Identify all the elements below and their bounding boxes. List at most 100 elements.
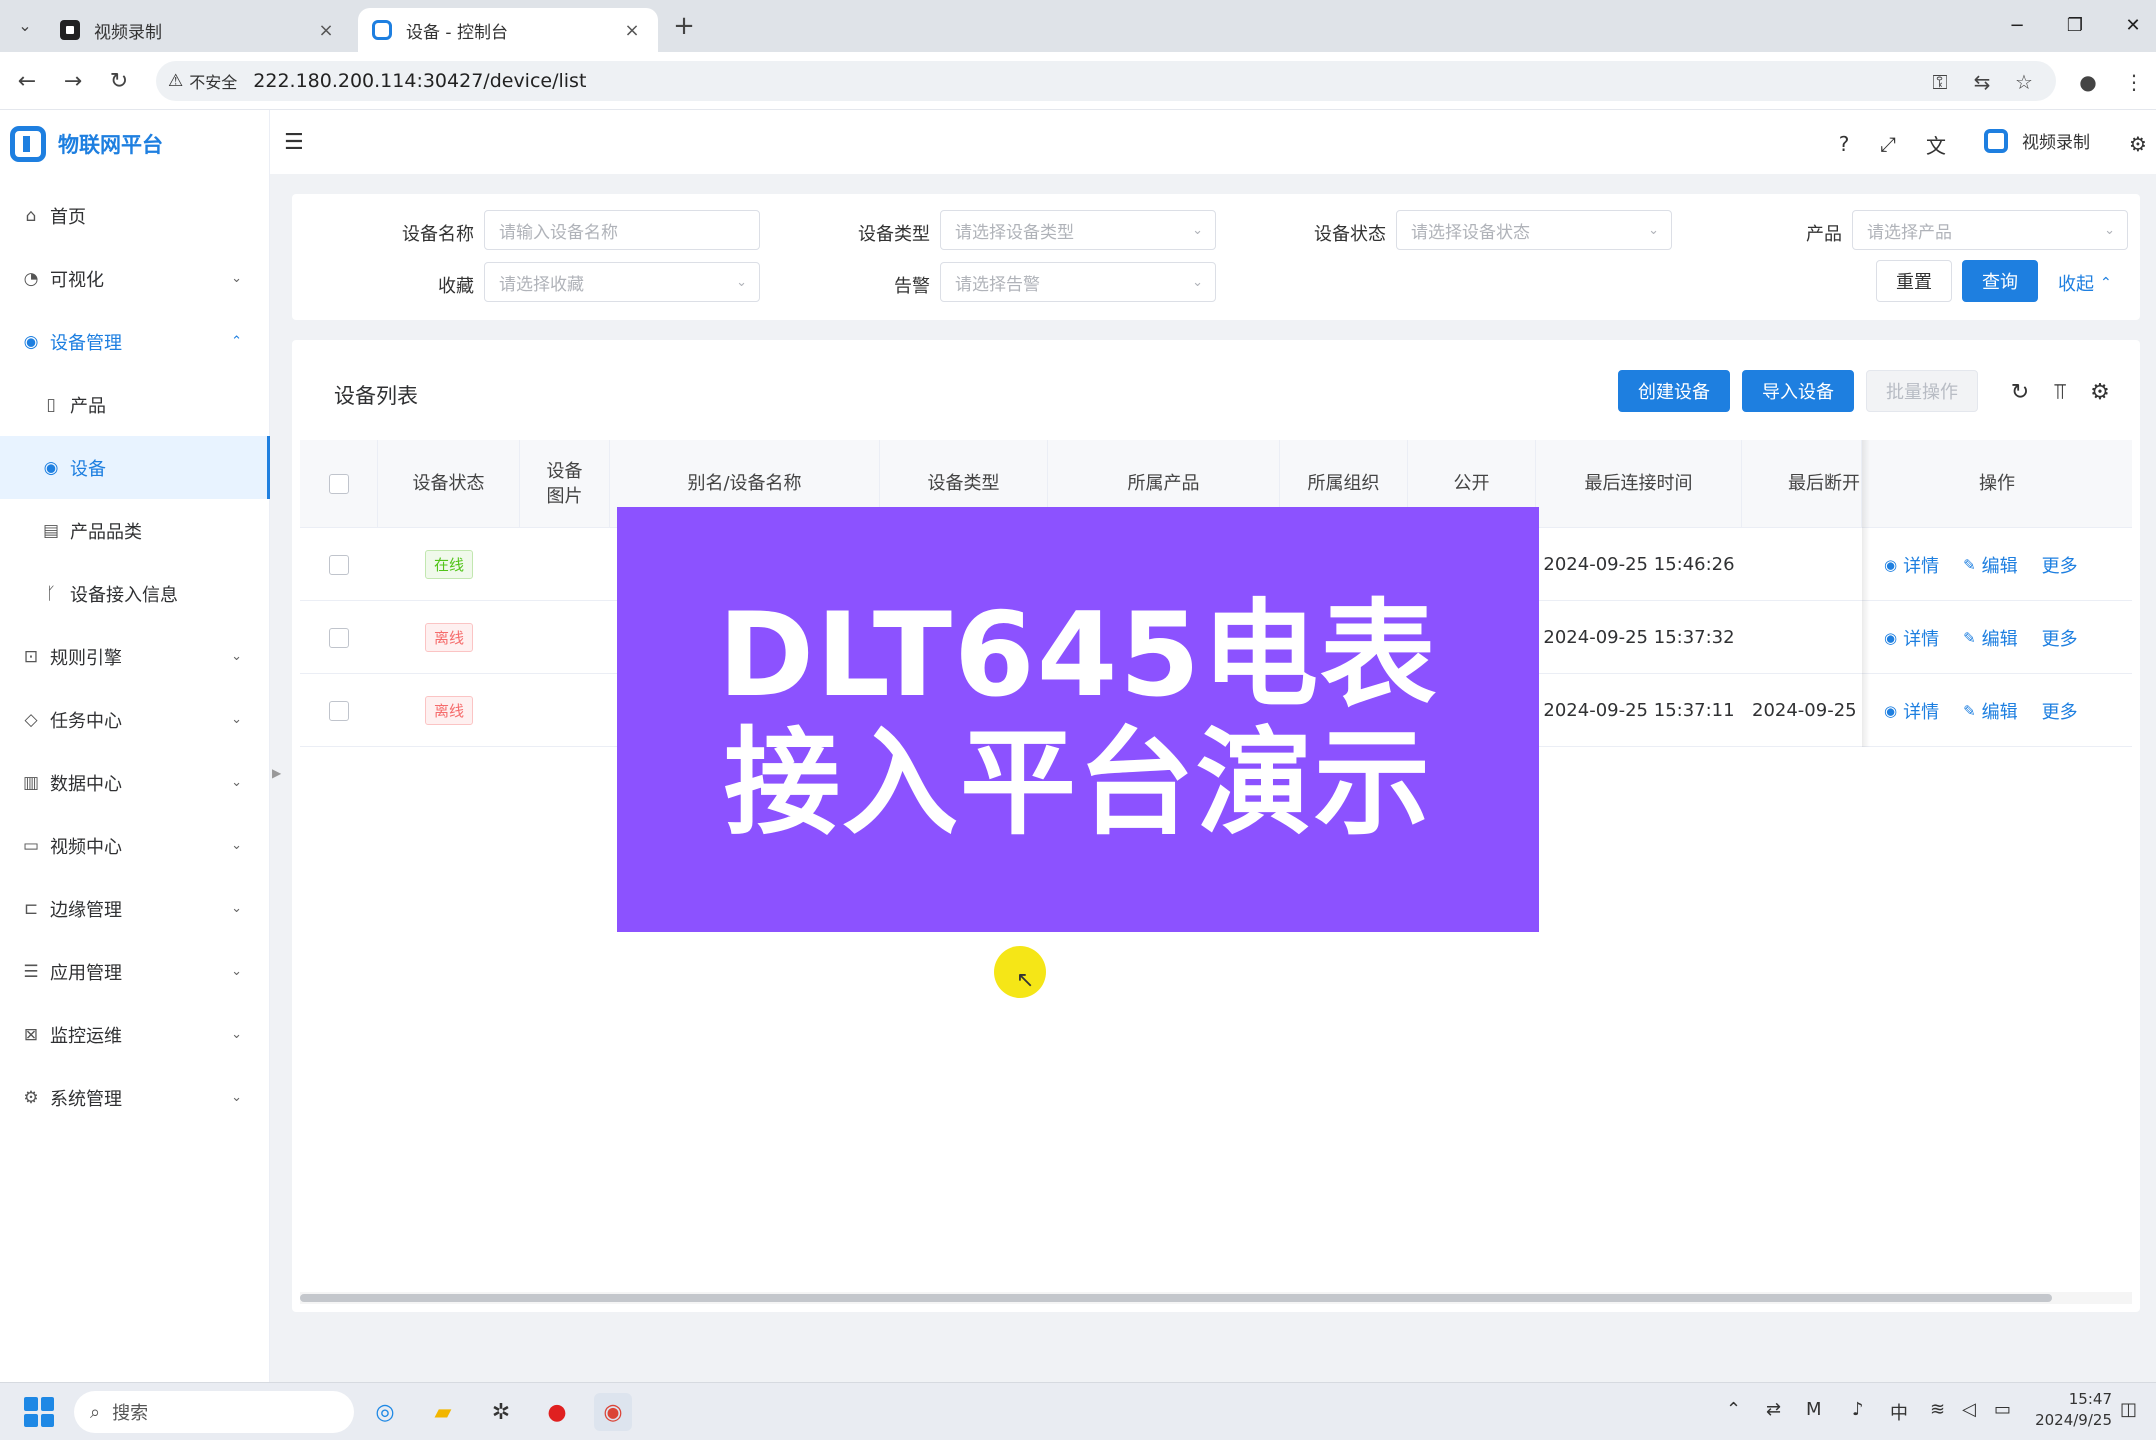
address-bar[interactable]: ⚠ 不安全 222.180.200.114:30427/device/list	[156, 61, 2056, 101]
rule-icon: ⊡	[23, 646, 39, 667]
new-tab-button[interactable]: +	[668, 10, 700, 42]
ime-indicator[interactable]: 中	[1890, 1399, 1908, 1425]
sidebar-item-home[interactable]: ⌂ 首页	[0, 184, 270, 247]
wifi-icon[interactable]: ≋	[1930, 1399, 1945, 1420]
edit-link[interactable]: ✎ 编辑	[1963, 698, 2018, 724]
sidebar-item-visualization[interactable]: ◔ 可视化 ⌄	[0, 247, 270, 310]
batch-operation-button[interactable]: 批量操作	[1866, 370, 1978, 412]
key-icon[interactable]: ⚿	[1926, 68, 1954, 96]
user-menu[interactable]: 视频录制	[1984, 128, 2090, 153]
row-checkbox[interactable]	[329, 554, 349, 575]
chevron-down-icon: ⌄	[231, 271, 242, 286]
alarm-select[interactable]: 请选择告警 ⌄	[940, 262, 1216, 302]
favorite-select[interactable]: 请选择收藏 ⌄	[484, 262, 760, 302]
sidebar-item-product[interactable]: ▯ 产品	[0, 373, 270, 436]
more-icon[interactable]: ⋮	[2120, 68, 2148, 96]
url-text[interactable]: 222.180.200.114:30427/device/list	[253, 70, 586, 92]
sidebar-item-rule-engine[interactable]: ⊡ 规则引擎 ⌄	[0, 625, 270, 688]
header-select-all[interactable]	[300, 440, 378, 528]
sidebar-item-device-access-info[interactable]: ᚴ 设备接入信息	[0, 562, 270, 625]
product-select[interactable]: 请选择产品 ⌄	[1852, 210, 2128, 250]
taskbar-search[interactable]: ⌕ 搜索	[74, 1391, 354, 1433]
select-all-checkbox[interactable]	[328, 474, 349, 494]
sidebar-item-device-management[interactable]: ◉ 设备管理 ⌃	[0, 310, 270, 373]
restore-button[interactable]: ❐	[2050, 8, 2100, 42]
more-link[interactable]: 更多	[2042, 698, 2078, 724]
sidebar-item-device[interactable]: ◉ 设备	[0, 436, 270, 499]
app-tray-icon[interactable]: M	[1806, 1399, 1822, 1420]
product-label: 产品	[1806, 224, 1842, 245]
device-status-select[interactable]: 请选择设备状态 ⌄	[1396, 210, 1672, 250]
last-disconnect-cell	[1742, 528, 1862, 601]
row-select[interactable]	[300, 601, 378, 674]
chrome-icon[interactable]: ◉	[594, 1393, 632, 1431]
query-button[interactable]: 查询	[1962, 260, 2038, 302]
row-checkbox[interactable]	[329, 627, 349, 648]
row-select[interactable]	[300, 674, 378, 747]
microphone-icon[interactable]: ♪	[1852, 1399, 1864, 1420]
close-window-button[interactable]: ✕	[2108, 8, 2156, 42]
detail-link[interactable]: ◉ 详情	[1884, 625, 1939, 651]
clock[interactable]: 15:47 2024/9/25	[2030, 1389, 2112, 1431]
edit-link[interactable]: ✎ 编辑	[1963, 552, 2018, 578]
menu-toggle-icon[interactable]: ☰	[284, 130, 304, 155]
tab-search-chevron-icon[interactable]: ⌄	[10, 10, 40, 40]
collapse-search-link[interactable]: 收起 ⌃	[2058, 270, 2112, 296]
network-app-icon[interactable]: ✲	[482, 1393, 520, 1431]
row-checkbox[interactable]	[329, 700, 349, 721]
more-link[interactable]: 更多	[2042, 552, 2078, 578]
column-settings-icon[interactable]: ⚙	[2084, 376, 2116, 408]
star-icon[interactable]: ☆	[2010, 68, 2038, 96]
app-logo[interactable]: 物联网平台	[10, 124, 163, 164]
sidebar-item-video-center[interactable]: ▭ 视频中心 ⌄	[0, 814, 270, 877]
status-badge: 离线	[424, 696, 473, 725]
battery-icon[interactable]: ▭	[1994, 1399, 2011, 1420]
detail-link[interactable]: ◉ 详情	[1884, 698, 1939, 724]
scrollbar-thumb[interactable]	[300, 1294, 2052, 1302]
windows-start-icon[interactable]	[24, 1397, 54, 1427]
density-icon[interactable]: ⫪	[2044, 376, 2076, 408]
edit-link[interactable]: ✎ 编辑	[1963, 625, 2018, 651]
tab-close-icon[interactable]: ×	[620, 20, 644, 41]
sidebar-item-edge-management[interactable]: ⊏ 边缘管理 ⌄	[0, 877, 270, 940]
sidebar-item-monitoring[interactable]: ⊠ 监控运维 ⌄	[0, 1003, 270, 1066]
help-icon[interactable]: ?	[1830, 130, 1858, 158]
row-select[interactable]	[300, 528, 378, 601]
minimize-button[interactable]: −	[1992, 8, 2042, 42]
gear-icon[interactable]: ⚙	[2124, 130, 2152, 158]
sidebar-item-app-management[interactable]: ☰ 应用管理 ⌄	[0, 940, 270, 1003]
import-device-button[interactable]: 导入设备	[1742, 370, 1854, 412]
horizontal-scrollbar[interactable]	[300, 1292, 2132, 1304]
detail-link[interactable]: ◉ 详情	[1884, 552, 1939, 578]
tab-title: 视频录制	[94, 22, 162, 43]
edge-browser-icon[interactable]: ◎	[366, 1393, 404, 1431]
file-explorer-icon[interactable]: ▰	[424, 1393, 462, 1431]
translate-icon[interactable]: ⇆	[1968, 68, 1996, 96]
sync-icon[interactable]: ⇄	[1766, 1399, 1781, 1420]
tab-device-console[interactable]: 设备 - 控制台 ×	[358, 8, 658, 52]
device-type-select[interactable]: 请选择设备类型 ⌄	[940, 210, 1216, 250]
forward-button[interactable]: →	[56, 64, 90, 98]
tab-close-icon[interactable]: ×	[314, 20, 338, 41]
language-icon[interactable]: 文	[1922, 130, 1950, 158]
sidebar-item-data-center[interactable]: ▥ 数据中心 ⌄	[0, 751, 270, 814]
recorder-icon[interactable]: ●	[538, 1393, 576, 1431]
security-indicator[interactable]: ⚠ 不安全	[168, 69, 237, 93]
back-button[interactable]: ←	[10, 64, 44, 98]
sidebar-item-product-category[interactable]: ▤ 产品品类	[0, 499, 270, 562]
sidebar-item-task-center[interactable]: ◇ 任务中心 ⌄	[0, 688, 270, 751]
volume-icon[interactable]: ◁	[1962, 1399, 1976, 1420]
fullscreen-icon[interactable]: ⤢	[1874, 130, 1902, 158]
notification-icon[interactable]: ◫	[2120, 1399, 2137, 1420]
tab-video-recording[interactable]: 视频录制 ×	[46, 8, 352, 52]
device-name-input[interactable]: 请输入设备名称	[484, 210, 760, 250]
sidebar-collapse-handle[interactable]: ▶	[272, 766, 281, 780]
tray-expand-icon[interactable]: ⌃	[1726, 1399, 1741, 1420]
reset-button[interactable]: 重置	[1876, 260, 1952, 302]
sidebar-item-system-management[interactable]: ⚙ 系统管理 ⌄	[0, 1066, 270, 1129]
create-device-button[interactable]: 创建设备	[1618, 370, 1730, 412]
refresh-icon[interactable]: ↻	[2004, 376, 2036, 408]
more-link[interactable]: 更多	[2042, 625, 2078, 651]
profile-icon[interactable]: ●	[2074, 68, 2102, 96]
reload-button[interactable]: ↻	[102, 64, 136, 98]
